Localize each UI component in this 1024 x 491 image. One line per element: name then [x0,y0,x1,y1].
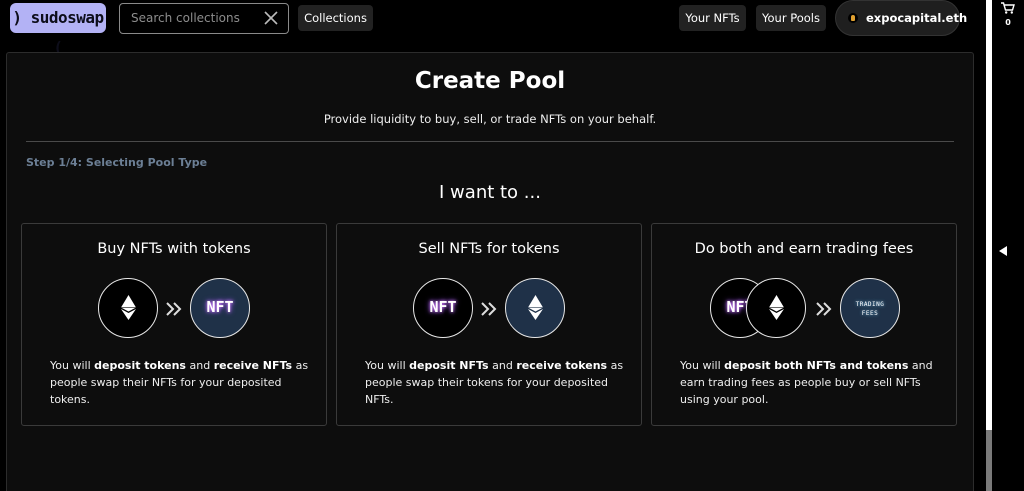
double-chevron-right-icon [481,302,497,316]
desc-text: You will [50,359,95,372]
your-pools-button[interactable]: Your Pools [756,5,826,31]
desc-text: You will [680,359,725,372]
desc-emphasis: receive tokens [516,359,608,372]
cart-count: 0 [1005,18,1011,27]
desc-text: and [185,359,214,372]
card-description: You will deposit tokens and receive NFTs… [50,357,310,408]
ethereum-icon [528,295,543,320]
card-description: You will deposit both NFTs and tokens an… [680,357,940,408]
card-title: Buy NFTs with tokens [97,241,251,257]
desc-emphasis: deposit both NFTs and tokens [724,359,909,372]
desc-text: and [488,359,517,372]
search-box[interactable] [119,3,289,34]
ethereum-icon [769,295,784,320]
trading-fees-badge: TRADING FEES [841,300,899,318]
wallet-avatar [848,13,858,23]
fees-line-2: FEES [861,310,879,317]
page-title: Create Pool [414,68,566,94]
desc-emphasis: receive NFTs [213,359,293,372]
cart-sidebar [992,0,1024,491]
sell-nfts-card[interactable]: Sell NFTs for tokens NFT You will deposi… [336,223,642,426]
your-nfts-button[interactable]: Your NFTs [679,5,746,31]
double-chevron-right-icon [816,302,832,316]
step-indicator: Step 1/4: Selecting Pool Type [26,156,208,169]
collapse-arrow-icon[interactable] [999,246,1007,256]
token-circle [98,278,158,338]
desc-emphasis: deposit NFTs [409,359,489,372]
token-circle [746,278,806,338]
wallet-button[interactable]: expocapital.eth [835,0,967,36]
wallet-name: expocapital.eth [866,11,968,25]
search-input[interactable] [131,4,261,32]
trade-pool-card[interactable]: Do both and earn trading fees NFT TRADIN… [651,223,957,426]
trading-fees-circle: TRADING FEES [840,278,900,338]
desc-emphasis: deposit tokens [94,359,186,372]
nft-circle: NFT [413,278,473,338]
card-title: Sell NFTs for tokens [418,241,560,257]
ethereum-icon [121,295,136,320]
divider [26,141,954,142]
prompt-heading: I want to ... [439,182,541,203]
nft-badge: NFT [206,298,234,316]
card-title: Do both and earn trading fees [694,241,914,257]
desc-text: You will [365,359,410,372]
close-icon[interactable] [264,11,278,25]
fees-line-1: TRADING [855,301,885,308]
sudoswap-logo[interactable]: ) sudoswap ( [10,3,106,57]
top-nav: ) sudoswap ( Collections Your NFTs Your … [0,0,986,57]
buy-nfts-card[interactable]: Buy NFTs with tokens NFT You will deposi… [21,223,327,426]
nft-badge: NFT [429,298,457,316]
collections-button[interactable]: Collections [298,5,373,31]
card-description: You will deposit NFTs and receive tokens… [365,357,625,408]
token-circle [505,278,565,338]
nft-circle: NFT [190,278,250,338]
page-subtitle: Provide liquidity to buy, sell, or trade… [323,112,657,126]
double-chevron-right-icon [166,302,182,316]
cart-icon[interactable] [1001,2,1015,14]
